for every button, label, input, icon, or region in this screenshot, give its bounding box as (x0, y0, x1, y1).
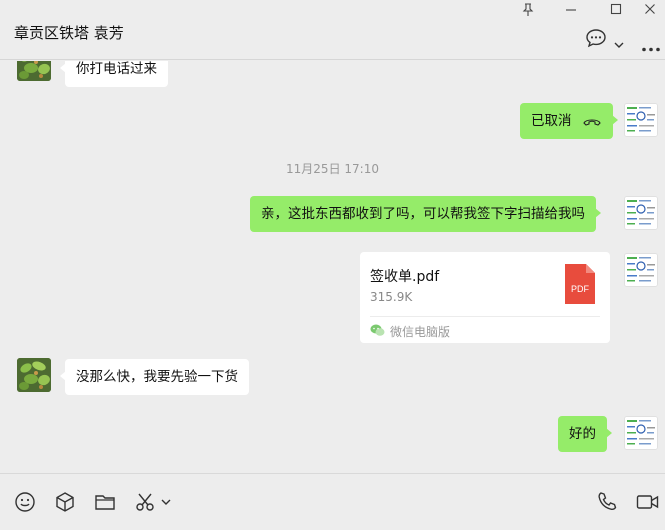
more-icon (642, 47, 660, 52)
pin-icon (522, 2, 534, 16)
emoji-button[interactable] (13, 490, 37, 514)
maximize-button[interactable] (601, 0, 631, 18)
minimize-icon (566, 9, 576, 11)
screenshot-options-dropdown[interactable] (159, 490, 173, 514)
document-avatar-image (625, 197, 657, 229)
self-avatar[interactable] (624, 416, 658, 450)
phone-hangup-icon (583, 119, 601, 126)
file-name: 签收单.pdf (370, 269, 440, 285)
chat-info-button[interactable] (585, 28, 607, 52)
message-text: 亲，这批东西都收到了吗，可以帮我签下字扫描给我吗 (261, 206, 585, 222)
scissors-icon (136, 493, 154, 511)
chat-title: 章贡区铁塔 袁芳 (14, 24, 124, 42)
more-button[interactable] (641, 37, 661, 56)
file-source-label: 微信电脑版 (390, 325, 451, 339)
close-button[interactable] (635, 0, 665, 18)
chat-info-dropdown[interactable] (614, 34, 624, 53)
contact-avatar[interactable] (17, 358, 51, 392)
self-avatar[interactable] (624, 103, 658, 137)
close-icon (645, 4, 655, 14)
message-text: 已取消 (531, 113, 572, 129)
minimize-button[interactable] (556, 0, 586, 18)
screenshot-button[interactable] (133, 490, 157, 514)
plant-avatar-image (17, 61, 51, 81)
favorites-button[interactable] (53, 490, 77, 514)
contact-avatar[interactable] (17, 61, 51, 81)
pdf-file-icon: PDF (565, 264, 595, 308)
file-size: 315.9K (370, 290, 413, 304)
phone-icon (598, 492, 617, 511)
message-bubble-outgoing[interactable]: 好的 (558, 416, 612, 452)
self-avatar[interactable] (624, 196, 658, 230)
message-text: 你打电话过来 (76, 61, 157, 77)
chevron-down-icon (161, 499, 171, 505)
self-avatar[interactable] (624, 253, 658, 287)
chat-header: 章贡区铁塔 袁芳 (0, 0, 665, 60)
message-bubble-incoming[interactable]: 你打电话过来 (60, 61, 168, 87)
message-list[interactable]: 你打电话过来 已取消 11月25日 17:10 亲，这批东西都收到了吗，可以帮我… (0, 61, 665, 473)
input-toolbar (0, 473, 665, 530)
message-bubble-outgoing[interactable]: 亲，这批东西都收到了吗，可以帮我签下字扫描给我吗 (250, 196, 601, 232)
maximize-icon (610, 3, 622, 15)
video-camera-icon (636, 495, 659, 509)
pin-button[interactable] (513, 0, 543, 18)
folder-icon (95, 495, 115, 510)
cube-icon (56, 492, 74, 512)
message-text: 好的 (569, 426, 596, 442)
chevron-down-icon (614, 42, 624, 48)
document-avatar-image (625, 254, 657, 286)
message-bubble-incoming[interactable]: 没那么快，我要先验一下货 (60, 359, 249, 395)
message-timestamp: 11月25日 17:10 (286, 162, 379, 176)
plant-avatar-image (17, 358, 51, 392)
wechat-icon (370, 324, 385, 336)
chat-bubble-icon (586, 29, 606, 48)
message-text: 没那么快，我要先验一下货 (76, 369, 238, 385)
emoji-icon (15, 492, 35, 512)
message-bubble-outgoing[interactable]: 已取消 (520, 103, 618, 139)
pdf-icon-label: PDF (571, 284, 589, 294)
file-card-divider (370, 316, 600, 317)
file-message-card[interactable]: 签收单.pdf 315.9K PDF 微信电脑版 (360, 252, 610, 343)
voice-call-button[interactable] (595, 490, 619, 514)
document-avatar-image (625, 417, 657, 449)
send-file-button[interactable] (93, 490, 117, 514)
video-call-button[interactable] (636, 490, 660, 514)
document-avatar-image (625, 104, 657, 136)
